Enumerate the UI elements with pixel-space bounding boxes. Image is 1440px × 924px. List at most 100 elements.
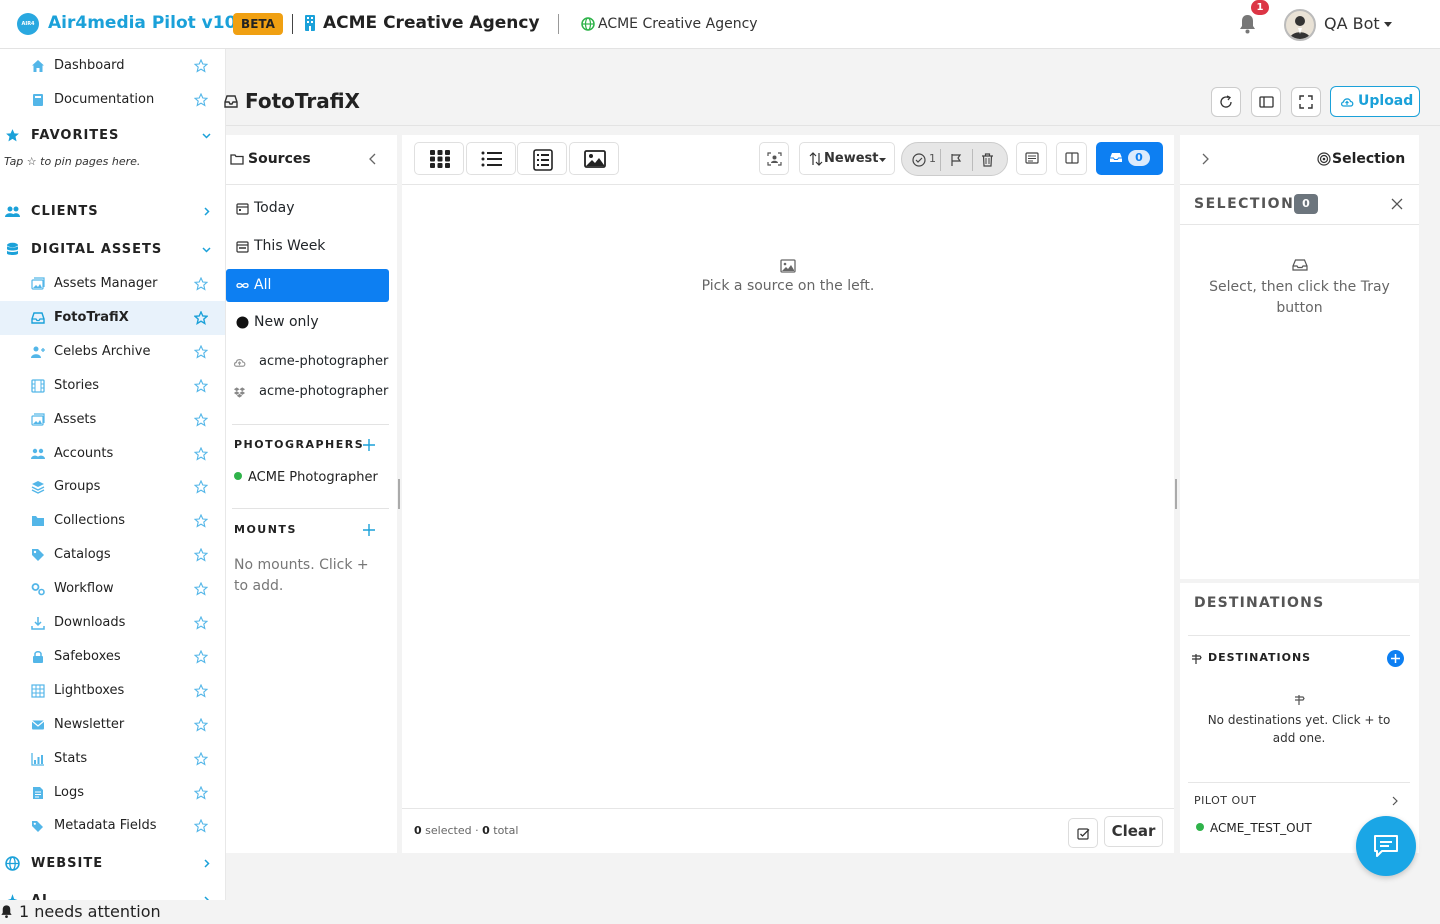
photographer-item[interactable]: ACME Photographer [234,470,378,485]
plus-icon[interactable] [363,524,375,536]
star-icon[interactable] [194,480,208,495]
source-today[interactable]: Today [226,192,389,225]
sidebar-section-digital-assets[interactable]: DIGITAL ASSETS [0,236,225,262]
user-name[interactable]: QA Bot [1324,14,1380,33]
sidebar-item-workflow[interactable]: Workflow [0,572,225,606]
star-icon[interactable] [194,446,208,461]
sidebar-section-favorites[interactable]: FAVORITES [0,122,225,148]
star-icon[interactable] [194,548,208,562]
sidebar-item-lightboxes[interactable]: Lightboxes [0,674,225,708]
sidebar-item-newsletter[interactable]: Newsletter [0,708,225,742]
resize-handle[interactable] [398,479,400,509]
chat-button[interactable] [1356,816,1416,876]
flag-icon[interactable] [950,153,962,167]
star-icon[interactable] [194,819,208,834]
sidebar-item-celebs-archive[interactable]: Celebs Archive [0,335,225,369]
clear-button[interactable]: Clear [1104,816,1163,847]
sidebar-item-assets[interactable]: Assets [0,403,225,437]
source-cloud-upload[interactable]: acme-photographer [226,346,389,379]
trash-icon[interactable] [981,153,994,167]
resize-handle[interactable] [1175,479,1177,509]
toggle-sidebar-button[interactable] [1251,87,1281,117]
agency-name[interactable]: ACME Creative Agency [323,13,540,33]
sidebar-section-clients[interactable]: CLIENTS [0,198,225,224]
split-view-button[interactable] [1056,142,1087,175]
app-logo[interactable]: AIR4 [17,13,39,35]
fullscreen-button[interactable] [1291,87,1321,117]
images-icon [31,412,45,426]
sidebar-item-accounts[interactable]: Accounts [0,437,225,471]
sidebar-item-dashboard[interactable]: Dashboard [0,49,225,83]
chevron-down-icon[interactable] [1384,22,1392,27]
grid-view-button[interactable] [414,142,464,175]
star-icon[interactable] [194,344,208,359]
pilot-out-label[interactable]: PILOT OUT [1194,794,1256,807]
bell-icon[interactable] [1238,14,1257,34]
star-icon[interactable] [194,751,208,766]
sort-dropdown[interactable]: Newest [799,142,895,175]
sidebar-item-label: Assets [54,411,97,427]
check-circle-icon[interactable] [912,153,926,167]
refresh-button[interactable] [1211,87,1241,117]
star-icon[interactable] [194,717,208,732]
sidebar-section-ai[interactable]: AI [0,887,225,900]
star-icon[interactable] [194,93,208,107]
photographers-title: PHOTOGRAPHERS [234,438,365,451]
source-all[interactable]: All [226,269,389,302]
source-this-week[interactable]: This Week [226,230,389,263]
sidebar-item-groups[interactable]: Groups [0,470,225,504]
chevron-right-icon[interactable] [1391,796,1399,806]
chevron-right-icon[interactable] [1199,153,1211,165]
sidebar-item-collections[interactable]: Collections [0,504,225,538]
star-icon[interactable] [194,59,208,73]
tray-button[interactable]: 0 [1096,142,1163,175]
list-view-button[interactable] [466,142,516,175]
face-detect-button[interactable] [759,142,789,175]
sidebar-item-stats[interactable]: Stats [0,742,225,776]
star-icon[interactable] [194,683,208,698]
sidebar-item-catalogs[interactable]: Catalogs [0,538,225,572]
detail-view-button[interactable] [517,142,567,175]
section-label: DIGITAL ASSETS [31,242,163,257]
source-new-only[interactable]: New only [226,306,389,339]
upload-button[interactable]: Upload [1330,86,1420,117]
chevron-down-icon [879,158,886,162]
captions-button[interactable] [1016,142,1047,175]
sidebar-item-fototrafix[interactable]: FotoTrafiX [0,300,225,335]
attention-notice[interactable]: 1 needs attention [0,900,240,924]
app-title[interactable]: Air4media Pilot v10 [48,13,236,33]
grid-icon [31,684,45,698]
sidebar-item-assets-manager[interactable]: Assets Manager [0,267,225,301]
star-icon[interactable] [194,582,208,596]
sidebar-item-downloads[interactable]: Downloads [0,606,225,640]
sidebar-item-label: Lightboxes [54,682,125,698]
pilot-out-item[interactable]: ACME_TEST_OUT [1196,821,1312,835]
sidebar-item-metadata-fields[interactable]: Metadata Fields [0,809,225,843]
star-icon[interactable] [194,412,208,427]
gallery-panel: Newest 1 0 Pick a source on the left. 0 … [402,135,1174,853]
close-icon[interactable] [1391,198,1403,210]
source-dropbox[interactable]: acme-photographer [226,376,389,409]
sidebar-item-stories[interactable]: Stories [0,369,225,403]
plus-icon[interactable] [363,439,375,451]
star-icon[interactable] [194,616,208,630]
sidebar-item-documentation[interactable]: Documentation [0,83,225,117]
add-destination-button[interactable] [1387,650,1404,667]
star-icon[interactable] [194,785,208,800]
agency-website-link[interactable]: ACME Creative Agency [598,16,758,32]
star-icon[interactable] [194,649,208,664]
star-icon[interactable] [194,378,208,393]
sidebar-section-website[interactable]: WEBSITE [0,850,225,876]
chevron-left-icon[interactable] [367,153,379,165]
image-view-button[interactable] [569,142,619,175]
avatar[interactable] [1284,9,1316,41]
star-icon[interactable] [194,277,208,291]
star-icon[interactable] [194,310,208,325]
sidebar-item-logs[interactable]: Logs [0,776,225,810]
source-label: Today [254,200,295,216]
sidebar-item-safeboxes[interactable]: Safeboxes [0,640,225,674]
grid-icon [430,150,450,168]
star-icon[interactable] [194,514,208,528]
select-all-button[interactable] [1068,818,1098,848]
attention-text: 1 needs attention [19,902,161,921]
